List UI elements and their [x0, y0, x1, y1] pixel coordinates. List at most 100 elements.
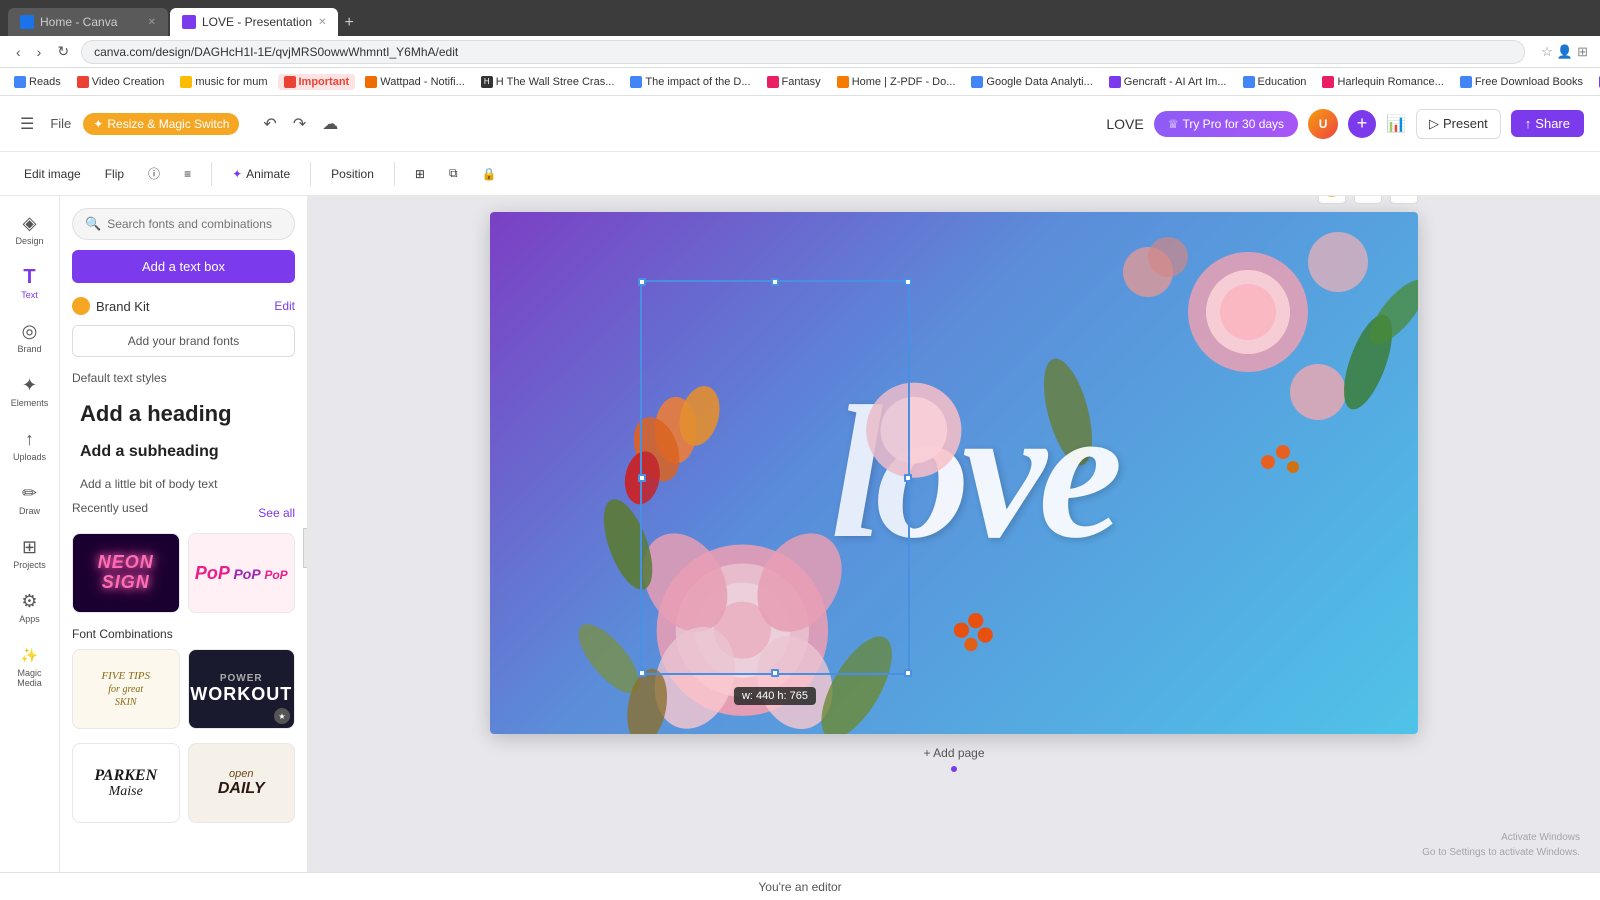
bookmark-freedl[interactable]: Free Download Books — [1454, 74, 1589, 90]
bookmark-home-canva[interactable]: Home - Canva — [1593, 74, 1600, 90]
analytics-button[interactable]: 📊 — [1386, 114, 1406, 134]
bookmark-label-reads: Reads — [29, 76, 61, 88]
bookmark-education[interactable]: Education — [1237, 74, 1313, 90]
tab-close-love[interactable]: ✕ — [318, 17, 326, 28]
parken-tile[interactable]: PARKEN Maise — [72, 743, 180, 823]
projects-label: Projects — [13, 560, 46, 570]
forward-button[interactable]: › — [33, 42, 46, 62]
sidebar-item-uploads[interactable]: ↑ Uploads — [4, 420, 56, 470]
five-tips-line3: SKIN — [115, 697, 137, 708]
redo-button[interactable]: ↷ — [289, 110, 310, 138]
file-menu[interactable]: File — [50, 116, 71, 131]
save-button[interactable]: ☁ — [318, 110, 342, 138]
selection-handle-bm[interactable] — [771, 669, 779, 677]
search-input[interactable] — [107, 217, 282, 231]
edit-image-button[interactable]: Edit image — [16, 163, 89, 185]
selection-handle-tl[interactable] — [638, 278, 646, 286]
position-button[interactable]: Position — [323, 163, 382, 185]
bookmark-wsj[interactable]: H H The Wall Stree Cras... — [475, 74, 621, 90]
canvas[interactable]: love — [490, 212, 1418, 734]
workout-tile[interactable]: POWER WORKOUT ★ — [188, 649, 296, 729]
position-label: Position — [331, 167, 374, 181]
profile-icon[interactable]: 👤 — [1557, 44, 1573, 60]
body-style-text: Add a little bit of body text — [80, 477, 287, 491]
new-tab-button[interactable]: + — [340, 10, 357, 36]
brand-kit-edit-link[interactable]: Edit — [274, 299, 295, 313]
selection-handle-rm[interactable] — [904, 474, 912, 482]
undo-button[interactable]: ↶ — [259, 110, 280, 138]
sidebar-item-draw[interactable]: ✏ Draw — [4, 474, 56, 524]
selection-handle-bl[interactable] — [638, 669, 646, 677]
sidebar-item-magic-media[interactable]: ✨ Magic Media — [4, 636, 56, 696]
bookmark-wattpad[interactable]: Wattpad - Notifi... — [359, 74, 471, 90]
bookmark-important[interactable]: Important — [278, 74, 356, 90]
bookmark-fantasy[interactable]: Fantasy — [761, 74, 827, 90]
lock-icon: 🔒 — [482, 167, 497, 181]
five-tips-tile[interactable]: FIVE TIPS for great SKIN — [72, 649, 180, 729]
extensions-icon[interactable]: ⊞ — [1577, 44, 1588, 60]
user-avatar[interactable]: U — [1308, 109, 1338, 139]
sidebar-item-apps[interactable]: ⚙ Apps — [4, 582, 56, 632]
neon-sign-text: NEON SIGN — [98, 553, 154, 593]
pop-text-tile[interactable]: PoP PoP PoP — [188, 533, 296, 613]
sidebar-item-projects[interactable]: ⊞ Projects — [4, 528, 56, 578]
selection-handle-br[interactable] — [904, 669, 912, 677]
selection-handle-tr[interactable] — [904, 278, 912, 286]
canvas-area[interactable]: 🔒 ⧉ ↗ love — [308, 196, 1600, 900]
present-button[interactable]: ▷ Present — [1416, 109, 1501, 139]
add-page-button[interactable]: + Add page — [915, 742, 992, 764]
grid-button[interactable]: ⊞ — [407, 163, 433, 185]
selection-box[interactable]: w: 440 h: 765 — [640, 280, 910, 675]
bookmark-music[interactable]: music for mum — [174, 74, 273, 90]
sidebar-item-design[interactable]: ◈ Design — [4, 204, 56, 254]
see-all-link[interactable]: See all — [258, 506, 295, 520]
heading-style-item[interactable]: Add a heading — [72, 395, 295, 433]
back-button[interactable]: ‹ — [12, 42, 25, 62]
hamburger-button[interactable]: ☰ — [16, 110, 38, 138]
magic-switch-button[interactable]: ✦ Resize & Magic Switch — [83, 113, 239, 135]
url-bar[interactable]: canva.com/design/DAGHcH1I-1E/qvjMRS0owwW… — [81, 40, 1525, 64]
bookmark-star-icon[interactable]: ☆ — [1541, 44, 1553, 60]
tab-close-home[interactable]: ✕ — [148, 17, 156, 28]
neon-sign-tile[interactable]: NEON SIGN — [72, 533, 180, 613]
bookmark-gencraft[interactable]: Gencraft - AI Art Im... — [1103, 74, 1233, 90]
search-box[interactable]: 🔍 — [72, 208, 295, 240]
menu-button[interactable]: ≡ — [176, 163, 199, 185]
add-collaborator-button[interactable]: + — [1348, 110, 1376, 138]
sidebar-item-text[interactable]: T Text — [4, 258, 56, 308]
bookmark-harlequin[interactable]: Harlequin Romance... — [1316, 74, 1449, 90]
canvas-expand-icon[interactable]: ↗ — [1390, 196, 1418, 204]
parken-line1: PARKEN — [94, 767, 157, 785]
animate-button[interactable]: ✦ Animate — [224, 163, 298, 185]
flip-button[interactable]: Flip — [97, 163, 132, 185]
bookmark-impact[interactable]: The impact of the D... — [624, 74, 756, 90]
share-button[interactable]: ↑ Share — [1511, 110, 1584, 137]
lock-button[interactable]: 🔒 — [474, 163, 505, 185]
bookmark-label-important: Important — [299, 76, 350, 88]
sidebar-item-brand[interactable]: ◎ Brand — [4, 312, 56, 362]
add-text-button[interactable]: Add a text box — [72, 250, 295, 283]
bookmark-reads[interactable]: Reads — [8, 74, 67, 90]
layers-button[interactable]: ⧉ — [441, 162, 466, 185]
info-button[interactable]: ⓘ — [140, 161, 168, 186]
sidebar-panel: 🔍 Add a text box Brand Kit Edit Add your… — [60, 196, 307, 900]
selection-handle-tm[interactable] — [771, 278, 779, 286]
refresh-button[interactable]: ↻ — [53, 41, 73, 62]
selection-handle-lm[interactable] — [638, 474, 646, 482]
bookmark-google[interactable]: Google Data Analyti... — [965, 74, 1098, 90]
canvas-copy-icon[interactable]: ⧉ — [1354, 196, 1382, 204]
recently-used-font-grid: NEON SIGN PoP PoP PoP — [72, 533, 295, 613]
try-pro-button[interactable]: ♕ Try Pro for 30 days — [1154, 111, 1298, 137]
bookmark-zpdf[interactable]: Home | Z-PDF - Do... — [831, 74, 962, 90]
page-dot-1[interactable] — [951, 766, 957, 772]
canvas-lock-icon[interactable]: 🔒 — [1318, 196, 1346, 204]
body-style-item[interactable]: Add a little bit of body text — [72, 471, 295, 497]
subheading-style-item[interactable]: Add a subheading — [72, 437, 295, 467]
tab-love-canva[interactable]: LOVE - Presentation ✕ — [170, 8, 338, 36]
share-label: Share — [1535, 116, 1570, 131]
bookmark-video[interactable]: Video Creation — [71, 74, 171, 90]
add-brand-fonts-button[interactable]: Add your brand fonts — [72, 325, 295, 357]
tab-home-canva[interactable]: Home - Canva ✕ — [8, 8, 168, 36]
open-daily-tile[interactable]: open DAILY — [188, 743, 296, 823]
sidebar-item-elements[interactable]: ✦ Elements — [4, 366, 56, 416]
